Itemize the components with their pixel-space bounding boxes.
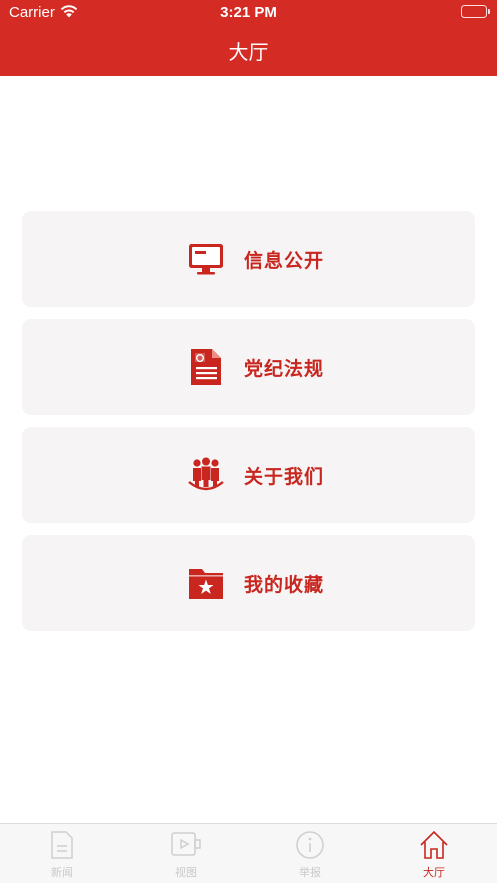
tab-label: 新闻 bbox=[51, 866, 73, 879]
menu-item-party-regulations[interactable]: 党纪法规 bbox=[22, 319, 475, 415]
tab-label: 举报 bbox=[299, 866, 321, 879]
info-icon bbox=[296, 831, 324, 859]
menu-item-my-favorites[interactable]: 我的收藏 bbox=[22, 535, 475, 631]
tab-bar: 新闻 视图 举报 大厅 bbox=[0, 823, 497, 883]
battery-icon bbox=[461, 5, 490, 18]
tab-label: 视图 bbox=[175, 866, 197, 879]
tab-hall[interactable]: 大厅 bbox=[372, 824, 496, 883]
menu-item-label: 信息公开 bbox=[244, 249, 325, 272]
navigation-header: Carrier 3:21 PM 大厅 bbox=[0, 0, 497, 76]
status-time: 3:21 PM bbox=[220, 4, 277, 21]
menu-item-info-disclosure[interactable]: 信息公开 bbox=[22, 211, 475, 307]
document-icon bbox=[51, 831, 73, 859]
page-title: 大厅 bbox=[228, 40, 269, 64]
tab-label: 大厅 bbox=[423, 866, 445, 879]
monitor-icon bbox=[189, 244, 223, 275]
video-icon bbox=[171, 832, 201, 856]
star-folder-icon bbox=[189, 569, 223, 599]
tab-report[interactable]: 举报 bbox=[248, 824, 372, 883]
document-icon bbox=[191, 349, 221, 385]
menu-item-about-us[interactable]: 关于我们 bbox=[22, 427, 475, 523]
home-icon bbox=[420, 830, 448, 859]
menu-item-label: 关于我们 bbox=[244, 465, 325, 488]
people-icon bbox=[188, 457, 224, 491]
menu-item-label: 党纪法规 bbox=[244, 357, 325, 380]
status-bar: Carrier 3:21 PM bbox=[0, 0, 497, 26]
tab-video[interactable]: 视图 bbox=[124, 824, 248, 883]
menu-item-label: 我的收藏 bbox=[244, 573, 325, 596]
tab-news[interactable]: 新闻 bbox=[0, 824, 124, 883]
